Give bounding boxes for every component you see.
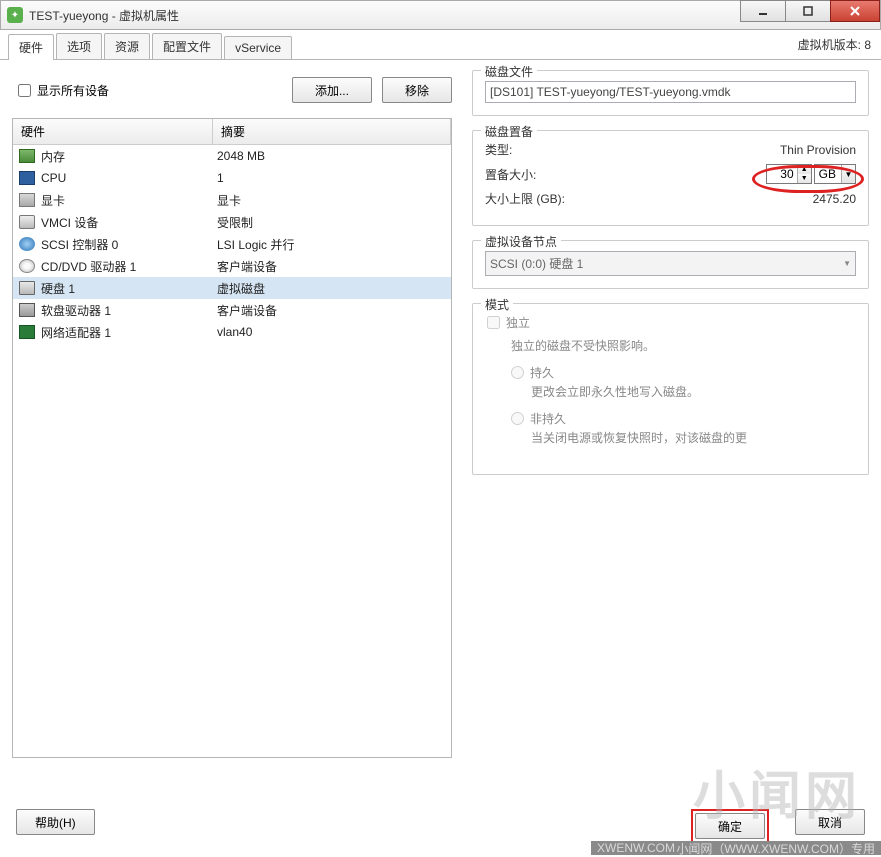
mode-independent-checkbox (487, 314, 500, 331)
hardware-name: 网络适配器 1 (41, 324, 217, 341)
mode-group: 模式 独立 独立的磁盘不受快照影响。 持久 更改会立即永久性地写入磁盘。 非持久… (472, 303, 869, 475)
hardware-table-header: 硬件 摘要 (13, 119, 451, 145)
minimize-button[interactable] (740, 0, 786, 22)
hardware-summary: 虚拟磁盘 (217, 280, 451, 297)
help-button[interactable]: 帮助(H) (16, 809, 95, 835)
hardware-row[interactable]: VMCI 设备受限制 (13, 211, 451, 233)
hardware-row[interactable]: 硬盘 1虚拟磁盘 (13, 277, 451, 299)
mode-persistent-label: 持久 (530, 364, 554, 381)
hardware-name: CD/DVD 驱动器 1 (41, 258, 217, 275)
prov-size-spinner[interactable]: ▲▼ (766, 164, 812, 184)
mode-independent-desc: 独立的磁盘不受快照影响。 (511, 337, 856, 354)
hardware-icon (19, 171, 35, 185)
tab-options[interactable]: 选项 (56, 33, 102, 59)
hardware-row[interactable]: 软盘驱动器 1客户端设备 (13, 299, 451, 321)
virtual-node-select: SCSI (0:0) 硬盘 1 ▼ (485, 251, 856, 276)
mode-legend: 模式 (481, 296, 513, 313)
hardware-row[interactable]: CPU1 (13, 167, 451, 189)
hardware-summary: 客户端设备 (217, 258, 451, 275)
hardware-summary: vlan40 (217, 325, 451, 339)
disk-file-input[interactable] (485, 81, 856, 103)
hardware-row[interactable]: CD/DVD 驱动器 1客户端设备 (13, 255, 451, 277)
disk-provision-group: 磁盘置备 类型: Thin Provision 置备大小: ▲▼ GB ▼ (472, 130, 869, 226)
spinner-down-icon[interactable]: ▼ (798, 174, 811, 183)
prov-size-input[interactable] (767, 165, 797, 183)
footer: 帮助(H) 确定 取消 (0, 809, 881, 843)
hardware-icon (19, 281, 35, 295)
virtual-node-group: 虚拟设备节点 SCSI (0:0) 硬盘 1 ▼ (472, 240, 869, 289)
mode-persistent-radio (511, 364, 524, 381)
prov-size-unit-value: GB (815, 167, 841, 181)
prov-size-unit-combo[interactable]: GB ▼ (814, 164, 856, 184)
disk-file-group: 磁盘文件 (472, 70, 869, 116)
hardware-name: 内存 (41, 148, 217, 165)
chevron-down-icon: ▼ (843, 259, 851, 268)
virtual-node-legend: 虚拟设备节点 (481, 233, 561, 250)
mode-nonpersistent-radio (511, 410, 524, 427)
hardware-icon (19, 259, 35, 273)
watermark-bar: XWENW.COM 小闻网（WWW.XWENW.COM）专用 (591, 841, 881, 855)
hardware-row[interactable]: 显卡显卡 (13, 189, 451, 211)
prov-type-value: Thin Provision (615, 143, 856, 157)
hardware-summary: LSI Logic 并行 (217, 236, 451, 253)
close-button[interactable] (830, 0, 880, 22)
tab-hardware[interactable]: 硬件 (8, 34, 54, 60)
hardware-icon (19, 193, 35, 207)
annotation-ok-highlight: 确定 (691, 809, 769, 843)
hardware-row[interactable]: SCSI 控制器 0LSI Logic 并行 (13, 233, 451, 255)
disk-provision-legend: 磁盘置备 (481, 123, 537, 140)
tab-resources[interactable]: 资源 (104, 33, 150, 59)
hardware-icon (19, 237, 35, 251)
hardware-summary: 显卡 (217, 192, 451, 209)
virtual-node-value: SCSI (0:0) 硬盘 1 (490, 255, 583, 272)
titlebar: ✦ TEST-yueyong - 虚拟机属性 (0, 0, 881, 30)
hardware-name: SCSI 控制器 0 (41, 236, 217, 253)
mode-nonpersistent-label: 非持久 (530, 410, 566, 427)
show-all-devices-input[interactable] (18, 84, 31, 97)
mode-independent-label: 独立 (506, 314, 530, 331)
hardware-name: CPU (41, 171, 217, 185)
hardware-icon (19, 149, 35, 163)
hardware-row[interactable]: 内存2048 MB (13, 145, 451, 167)
vm-version-label: 虚拟机版本: 8 (798, 36, 871, 53)
col-header-summary[interactable]: 摘要 (213, 119, 451, 144)
show-all-devices-checkbox[interactable]: 显示所有设备 (18, 82, 109, 99)
hardware-summary: 1 (217, 171, 451, 185)
prov-type-label: 类型: (485, 141, 615, 158)
hardware-summary: 受限制 (217, 214, 451, 231)
prov-max-label: 大小上限 (GB): (485, 190, 615, 207)
spinner-up-icon[interactable]: ▲ (798, 165, 811, 174)
tab-vservice[interactable]: vService (224, 36, 292, 59)
hardware-icon (19, 303, 35, 317)
remove-button[interactable]: 移除 (382, 77, 452, 103)
cancel-button[interactable]: 取消 (795, 809, 865, 835)
mode-nonpersistent-desc: 当关闭电源或恢复快照时，对该磁盘的更 (531, 429, 856, 446)
prov-max-value: 2475.20 (615, 192, 856, 206)
hardware-name: 软盘驱动器 1 (41, 302, 217, 319)
watermark-bar-left: XWENW.COM (597, 841, 675, 855)
show-all-devices-label: 显示所有设备 (37, 82, 109, 99)
add-button[interactable]: 添加... (292, 77, 372, 103)
hardware-table: 硬件 摘要 内存2048 MBCPU1显卡显卡VMCI 设备受限制SCSI 控制… (12, 118, 452, 758)
hardware-row[interactable]: 网络适配器 1vlan40 (13, 321, 451, 343)
prov-size-label: 置备大小: (485, 166, 615, 183)
hardware-summary: 客户端设备 (217, 302, 451, 319)
tabbar: 硬件 选项 资源 配置文件 vService 虚拟机版本: 8 (0, 30, 881, 60)
disk-file-legend: 磁盘文件 (481, 63, 537, 80)
ok-button[interactable]: 确定 (695, 813, 765, 839)
hardware-icon (19, 325, 35, 339)
app-icon: ✦ (7, 7, 23, 23)
hardware-summary: 2048 MB (217, 149, 451, 163)
hardware-name: 硬盘 1 (41, 280, 217, 297)
hardware-name: 显卡 (41, 192, 217, 209)
maximize-button[interactable] (785, 0, 831, 22)
chevron-down-icon[interactable]: ▼ (841, 165, 855, 183)
window-title: TEST-yueyong - 虚拟机属性 (29, 7, 741, 24)
hardware-icon (19, 215, 35, 229)
tab-profiles[interactable]: 配置文件 (152, 33, 222, 59)
hardware-name: VMCI 设备 (41, 214, 217, 231)
mode-persistent-desc: 更改会立即永久性地写入磁盘。 (531, 383, 856, 400)
col-header-hardware[interactable]: 硬件 (13, 119, 213, 144)
watermark-bar-right: 小闻网（WWW.XWENW.COM）专用 (676, 840, 875, 857)
